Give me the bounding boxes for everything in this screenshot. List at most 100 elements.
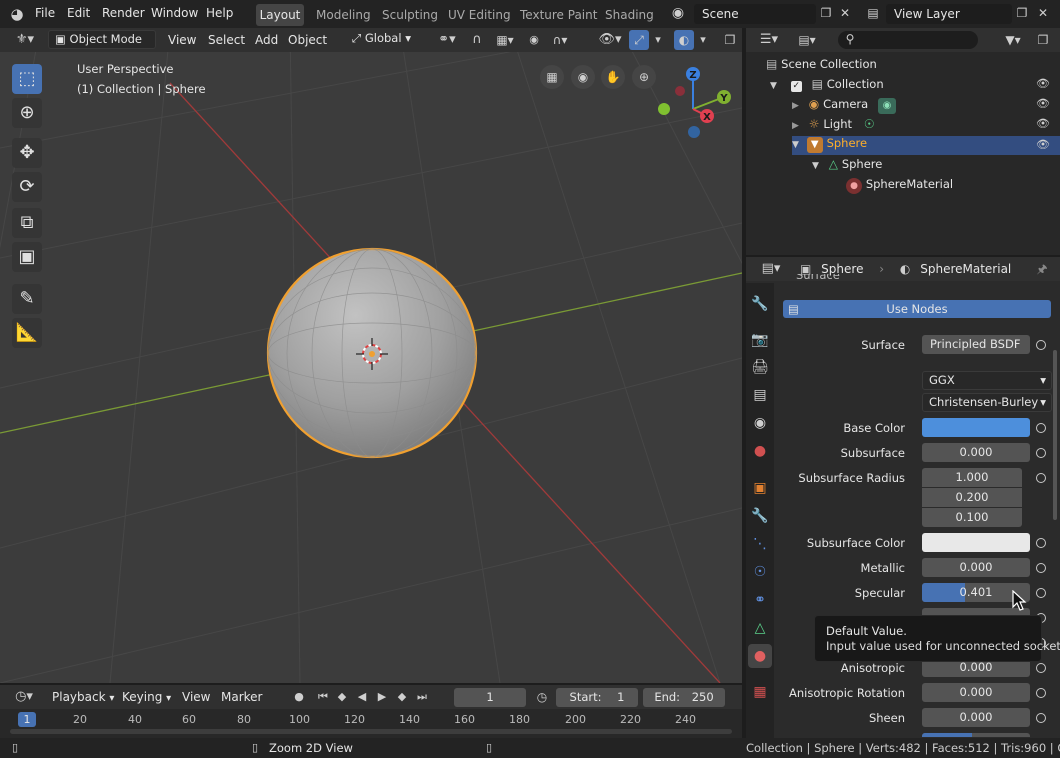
timeline-editor-type-icon[interactable]: ◷▾ xyxy=(8,687,40,707)
tool-tab-icon[interactable]: 🔧 xyxy=(750,294,770,314)
filter-icon[interactable]: ▼▾ xyxy=(1000,30,1026,50)
tab-uv-editing[interactable]: UV Editing xyxy=(448,8,511,22)
timeline-scrollbar[interactable] xyxy=(10,729,732,734)
cursor-tool-icon[interactable]: ⊕ xyxy=(12,98,42,128)
render-tab-icon[interactable]: 📷 xyxy=(750,330,770,350)
scene-tab-icon[interactable]: ◉ xyxy=(750,413,770,433)
expand-arrow-icon[interactable]: ▶ xyxy=(792,101,799,111)
end-frame-field[interactable]: End: 250 xyxy=(643,688,725,707)
outliner-item-material[interactable]: ● SphereMaterial xyxy=(846,177,953,194)
playhead[interactable]: 1 xyxy=(18,712,36,727)
record-icon[interactable]: ● xyxy=(290,687,308,707)
subsurface-radius-z-field[interactable]: 0.100 xyxy=(922,508,1022,527)
subsurface-radius-y-field[interactable]: 0.200 xyxy=(922,488,1022,507)
play-reverse-icon[interactable]: ◀ xyxy=(353,687,371,707)
world-tab-icon[interactable]: ● xyxy=(750,441,770,461)
remove-scene-icon[interactable]: ✕ xyxy=(836,3,854,23)
use-nodes-button[interactable]: ▤ Use Nodes xyxy=(783,300,1051,318)
menu-playback[interactable]: Playback ▾ xyxy=(52,690,114,704)
new-view-layer-icon[interactable]: ❐ xyxy=(1012,3,1032,23)
gizmo-toggle-icon[interactable]: ⤢ xyxy=(629,30,649,50)
menu-view[interactable]: View xyxy=(168,33,196,47)
tab-texture-paint[interactable]: Texture Paint xyxy=(520,8,597,22)
jump-end-icon[interactable]: ⏭ xyxy=(413,687,431,707)
constraints-tab-icon[interactable]: ⚭ xyxy=(750,590,770,610)
overlay-dropdown-icon[interactable]: ▾ xyxy=(696,30,710,50)
eye-icon[interactable]: 👁 xyxy=(1036,97,1050,110)
eye-icon[interactable]: 👁 xyxy=(1036,77,1050,90)
menu-window[interactable]: Window xyxy=(151,6,198,20)
menu-add[interactable]: Add xyxy=(255,33,278,47)
distribution-dropdown[interactable]: GGX ▾ xyxy=(922,371,1052,390)
base-color-socket-icon[interactable] xyxy=(1036,423,1046,433)
outliner-item-collection[interactable]: ▼ ✓ ▤ Collection 👁 xyxy=(770,77,1060,96)
menu-keying[interactable]: Keying ▾ xyxy=(122,690,171,704)
base-color-swatch[interactable] xyxy=(922,418,1030,437)
subsurface-socket-icon[interactable] xyxy=(1036,448,1046,458)
new-collection-icon[interactable]: ❐ xyxy=(1032,30,1054,50)
outliner-search-input[interactable]: ⚲ xyxy=(838,31,978,49)
outliner-editor-type-icon[interactable]: ☰▾ xyxy=(754,30,784,50)
eye-icon[interactable]: 👁 xyxy=(1036,138,1050,151)
menu-object[interactable]: Object xyxy=(288,33,327,47)
modifier-tab-icon[interactable]: 🔧 xyxy=(750,506,770,526)
tab-modeling[interactable]: Modeling xyxy=(316,8,371,22)
zoom-icon[interactable]: ⊕ xyxy=(632,65,656,89)
pan-hand-icon[interactable]: ✋ xyxy=(601,65,625,89)
texture-tab-icon[interactable]: ▦ xyxy=(750,682,770,702)
overlay-toggle-icon[interactable]: ◐ xyxy=(674,30,694,50)
xray-toggle-icon[interactable]: ❐ xyxy=(720,30,740,50)
light-data-icon[interactable]: ☉ xyxy=(864,117,875,131)
surface-socket-icon[interactable] xyxy=(1036,340,1046,350)
annotate-tool-icon[interactable]: ✎ xyxy=(12,284,42,314)
menu-timeline-view[interactable]: View xyxy=(182,690,210,704)
pivot-icon[interactable]: ⚭▾ xyxy=(432,30,462,50)
sheen-field[interactable]: 0.000 xyxy=(922,708,1030,727)
outliner-item-light[interactable]: ▶ ☼ Light ☉ 👁 xyxy=(792,117,1060,136)
visibility-icon[interactable]: 👁▾ xyxy=(594,30,626,50)
material-tab-icon[interactable]: ● xyxy=(748,644,772,668)
object-tab-icon[interactable]: ▣ xyxy=(750,478,770,498)
tab-layout[interactable]: Layout xyxy=(256,4,304,26)
jump-start-icon[interactable]: ⏮ xyxy=(314,687,332,707)
snap-target-icon[interactable]: ▦▾ xyxy=(490,30,520,50)
menu-help[interactable]: Help xyxy=(206,6,233,20)
specular-socket-icon[interactable] xyxy=(1036,588,1046,598)
subsurface-radius-x-field[interactable]: 1.000 xyxy=(922,468,1022,487)
remove-view-layer-icon[interactable]: ✕ xyxy=(1034,3,1052,23)
outliner-root[interactable]: ▤ Scene Collection xyxy=(766,57,877,71)
outliner-item-sphere[interactable]: ▼ ▼ Sphere 👁 xyxy=(792,136,1060,155)
menu-select[interactable]: Select xyxy=(208,33,245,47)
output-tab-icon[interactable]: 🖨 xyxy=(750,357,770,377)
subsurface-method-dropdown[interactable]: Christensen-Burley ▾ xyxy=(922,393,1052,412)
scale-tool-icon[interactable]: ⧉ xyxy=(12,208,42,238)
gizmo-dropdown-icon[interactable]: ▾ xyxy=(651,30,665,50)
metallic-field[interactable]: 0.000 xyxy=(922,558,1030,577)
camera-data-icon[interactable]: ◉ xyxy=(878,98,897,114)
next-keyframe-icon[interactable]: ◆ xyxy=(393,687,411,707)
anisotropic-rotation-socket-icon[interactable] xyxy=(1036,688,1046,698)
particles-tab-icon[interactable]: ⋱ xyxy=(750,534,770,554)
3d-cursor-icon[interactable] xyxy=(354,336,390,372)
anisotropic-rotation-field[interactable]: 0.000 xyxy=(922,683,1030,702)
subsurface-radius-socket-icon[interactable] xyxy=(1036,473,1046,483)
outliner-item-camera[interactable]: ▶ ◉ Camera ◉ 👁 xyxy=(792,97,1060,116)
toggle-camera-view-icon[interactable]: ▦ xyxy=(540,65,564,89)
display-mode-icon[interactable]: ▤▾ xyxy=(792,30,822,50)
select-box-tool-icon[interactable]: ⬚ xyxy=(12,64,42,94)
subsurface-color-swatch[interactable] xyxy=(922,533,1030,552)
physics-tab-icon[interactable]: ☉ xyxy=(750,562,770,582)
data-tab-icon[interactable]: △ xyxy=(750,618,770,638)
transform-tool-icon[interactable]: ▣ xyxy=(12,242,42,272)
move-tool-icon[interactable]: ✥ xyxy=(12,138,42,168)
editor-type-icon[interactable]: ⚜▾ xyxy=(8,30,42,50)
subsurface-color-socket-icon[interactable] xyxy=(1036,538,1046,548)
pin-icon[interactable]: 🖈 xyxy=(1032,259,1052,279)
subsurface-field[interactable]: 0.000 xyxy=(922,443,1030,462)
expand-arrow-icon[interactable]: ▼ xyxy=(770,81,777,91)
tab-shading[interactable]: Shading xyxy=(605,8,654,22)
menu-marker[interactable]: Marker xyxy=(221,690,262,704)
snap-magnet-icon[interactable]: ∩ xyxy=(466,30,488,50)
tab-sculpting[interactable]: Sculpting xyxy=(382,8,438,22)
outliner-item-sphere-mesh[interactable]: ▼ △ Sphere xyxy=(812,157,882,171)
